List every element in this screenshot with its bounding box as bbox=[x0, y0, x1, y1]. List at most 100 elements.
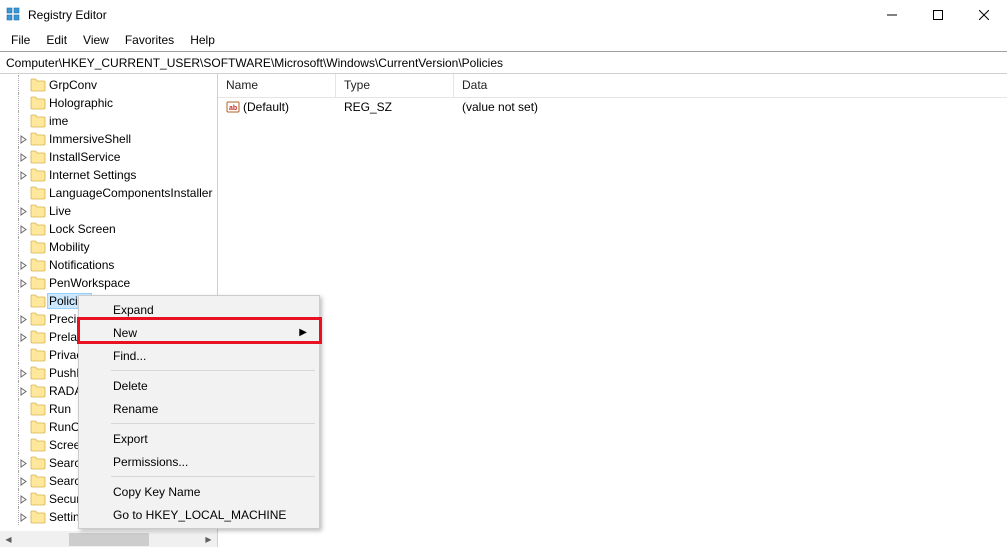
expander-icon[interactable] bbox=[18, 458, 29, 469]
folder-icon bbox=[30, 258, 46, 272]
menu-favorites[interactable]: Favorites bbox=[118, 32, 181, 48]
context-menu-item-expand[interactable]: Expand bbox=[81, 298, 317, 321]
expander-icon[interactable] bbox=[18, 170, 29, 181]
menubar: File Edit View Favorites Help bbox=[0, 30, 1007, 50]
horizontal-scrollbar[interactable]: ◀ ▶ bbox=[0, 531, 217, 547]
folder-icon bbox=[30, 222, 46, 236]
expander-icon[interactable] bbox=[18, 314, 29, 325]
expander-icon bbox=[18, 422, 29, 433]
column-header-data[interactable]: Data bbox=[454, 74, 1007, 97]
titlebar: Registry Editor bbox=[0, 0, 1007, 30]
menu-file[interactable]: File bbox=[4, 32, 37, 48]
folder-icon bbox=[30, 114, 46, 128]
expander-icon[interactable] bbox=[18, 134, 29, 145]
folder-icon bbox=[30, 96, 46, 110]
tree-item-grpconv[interactable]: GrpConv bbox=[0, 76, 217, 94]
list-row[interactable]: ab (Default) REG_SZ (value not set) bbox=[218, 98, 1007, 116]
minimize-button[interactable] bbox=[869, 0, 915, 30]
scroll-right-button[interactable]: ▶ bbox=[200, 531, 217, 547]
expander-icon[interactable] bbox=[18, 206, 29, 217]
folder-icon bbox=[30, 78, 46, 92]
tree-item-holographic[interactable]: Holographic bbox=[0, 94, 217, 112]
string-value-icon: ab bbox=[226, 100, 240, 114]
context-menu-separator bbox=[111, 370, 315, 371]
tree-item-live[interactable]: Live bbox=[0, 202, 217, 220]
tree-item-label: Lock Screen bbox=[49, 222, 116, 236]
tree-item-label: Notifications bbox=[49, 258, 114, 272]
tree-item-label: Internet Settings bbox=[49, 168, 136, 182]
context-menu-item-label: Rename bbox=[113, 402, 158, 416]
tree-item-languagecomponentsinstaller[interactable]: LanguageComponentsInstaller bbox=[0, 184, 217, 202]
expander-icon[interactable] bbox=[18, 224, 29, 235]
svg-text:ab: ab bbox=[229, 105, 237, 112]
folder-icon bbox=[30, 420, 46, 434]
folder-icon bbox=[30, 348, 46, 362]
expander-icon[interactable] bbox=[18, 332, 29, 343]
expander-icon[interactable] bbox=[18, 152, 29, 163]
tree-item-label: LanguageComponentsInstaller bbox=[49, 186, 212, 200]
context-menu-item-rename[interactable]: Rename bbox=[81, 397, 317, 420]
context-menu-item-permissions[interactable]: Permissions... bbox=[81, 450, 317, 473]
tree-item-label: InstallService bbox=[49, 150, 120, 164]
scrollbar-thumb[interactable] bbox=[69, 533, 149, 546]
expander-icon[interactable] bbox=[18, 512, 29, 523]
expander-icon bbox=[18, 350, 29, 361]
value-name: (Default) bbox=[243, 100, 289, 114]
column-header-name[interactable]: Name bbox=[218, 74, 336, 97]
menu-edit[interactable]: Edit bbox=[39, 32, 74, 48]
tree-item-immersiveshell[interactable]: ImmersiveShell bbox=[0, 130, 217, 148]
expander-icon[interactable] bbox=[18, 260, 29, 271]
expander-icon[interactable] bbox=[18, 494, 29, 505]
folder-icon bbox=[30, 186, 46, 200]
folder-icon bbox=[30, 384, 46, 398]
expander-icon bbox=[18, 98, 29, 109]
tree-item-internet-settings[interactable]: Internet Settings bbox=[0, 166, 217, 184]
maximize-button[interactable] bbox=[915, 0, 961, 30]
submenu-arrow-icon: ▶ bbox=[299, 327, 307, 338]
expander-icon[interactable] bbox=[18, 368, 29, 379]
folder-icon bbox=[30, 402, 46, 416]
menu-view[interactable]: View bbox=[76, 32, 116, 48]
tree-item-mobility[interactable]: Mobility bbox=[0, 238, 217, 256]
context-menu-item-label: Delete bbox=[113, 379, 148, 393]
value-name-cell: ab (Default) bbox=[218, 100, 336, 114]
context-menu-item-copy-key-name[interactable]: Copy Key Name bbox=[81, 480, 317, 503]
tree-item-penworkspace[interactable]: PenWorkspace bbox=[0, 274, 217, 292]
context-menu-item-label: Go to HKEY_LOCAL_MACHINE bbox=[113, 508, 286, 522]
list-header: Name Type Data bbox=[218, 74, 1007, 98]
close-button[interactable] bbox=[961, 0, 1007, 30]
address-path: Computer\HKEY_CURRENT_USER\SOFTWARE\Micr… bbox=[6, 56, 503, 70]
context-menu-item-export[interactable]: Export bbox=[81, 427, 317, 450]
tree-item-lock-screen[interactable]: Lock Screen bbox=[0, 220, 217, 238]
window-title: Registry Editor bbox=[28, 8, 107, 22]
folder-icon bbox=[30, 330, 46, 344]
tree-item-ime[interactable]: ime bbox=[0, 112, 217, 130]
context-menu-item-go-to-hkey-local-machine[interactable]: Go to HKEY_LOCAL_MACHINE bbox=[81, 503, 317, 526]
context-menu-item-label: Copy Key Name bbox=[113, 485, 200, 499]
context-menu-item-new[interactable]: New▶ bbox=[81, 321, 317, 344]
expander-icon[interactable] bbox=[18, 386, 29, 397]
column-header-type[interactable]: Type bbox=[336, 74, 454, 97]
values-list-pane: Name Type Data ab (Default) REG_SZ (valu… bbox=[218, 74, 1007, 547]
tree-item-notifications[interactable]: Notifications bbox=[0, 256, 217, 274]
context-menu-item-find[interactable]: Find... bbox=[81, 344, 317, 367]
tree-item-installservice[interactable]: InstallService bbox=[0, 148, 217, 166]
folder-icon bbox=[30, 240, 46, 254]
folder-icon bbox=[30, 474, 46, 488]
scroll-left-button[interactable]: ◀ bbox=[0, 531, 17, 547]
folder-icon bbox=[30, 438, 46, 452]
expander-icon bbox=[18, 404, 29, 415]
address-bar[interactable]: Computer\HKEY_CURRENT_USER\SOFTWARE\Micr… bbox=[0, 52, 1007, 74]
menu-help[interactable]: Help bbox=[183, 32, 222, 48]
folder-icon bbox=[30, 150, 46, 164]
tree-item-label: Holographic bbox=[49, 96, 113, 110]
expander-icon[interactable] bbox=[18, 476, 29, 487]
context-menu-item-label: Export bbox=[113, 432, 148, 446]
expander-icon[interactable] bbox=[18, 278, 29, 289]
folder-icon bbox=[30, 168, 46, 182]
tree-item-label: PenWorkspace bbox=[49, 276, 130, 290]
context-menu-item-delete[interactable]: Delete bbox=[81, 374, 317, 397]
folder-icon bbox=[30, 456, 46, 470]
tree-item-label: ImmersiveShell bbox=[49, 132, 131, 146]
scrollbar-track[interactable] bbox=[17, 531, 200, 547]
